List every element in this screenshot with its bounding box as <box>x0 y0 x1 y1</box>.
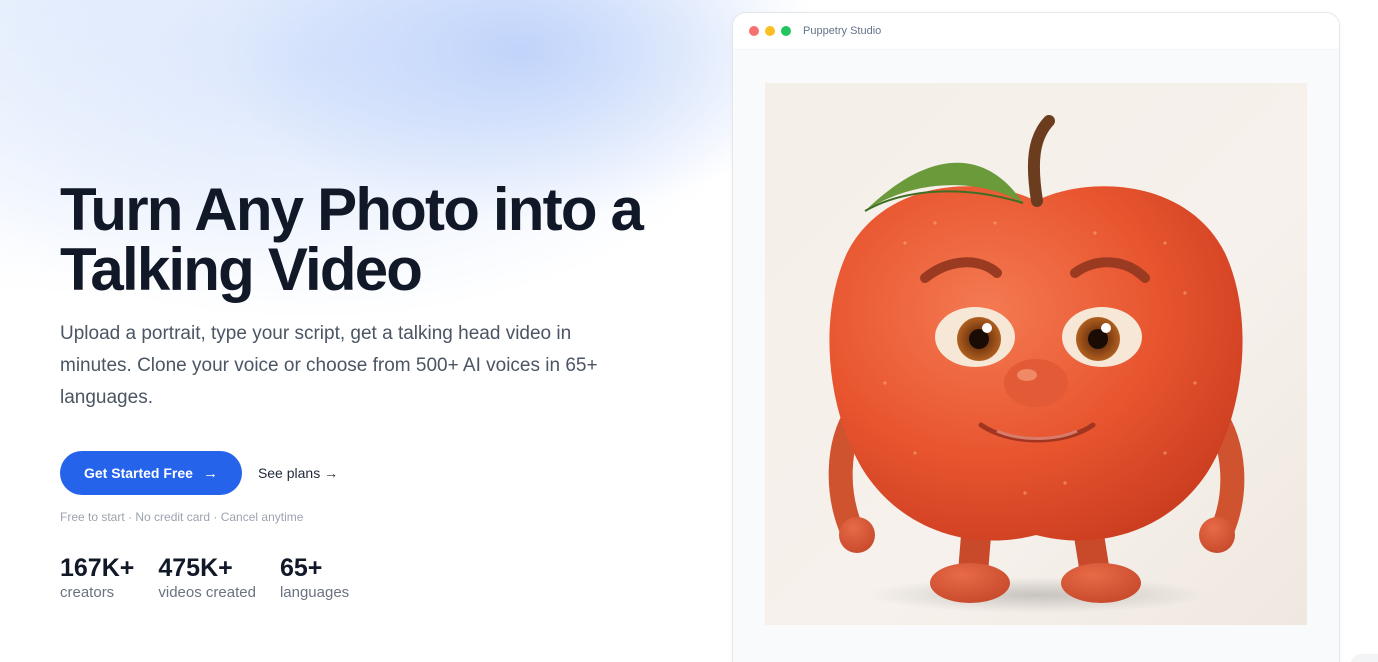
minimize-dot-icon <box>765 26 775 36</box>
see-plans-link[interactable]: See plans → <box>258 465 338 481</box>
hero-section: Turn Any Photo into a Talking Video Uplo… <box>60 180 700 601</box>
apple-character-image <box>765 83 1307 625</box>
hero-title-line1: Turn Any Photo into a <box>60 176 644 243</box>
stat-label: videos created <box>158 584 256 601</box>
stat-label: creators <box>60 584 115 601</box>
get-started-button[interactable]: Get Started Free → <box>60 451 242 495</box>
hero-title: Turn Any Photo into a Talking Video <box>60 180 700 300</box>
window-titlebar: Puppetry Studio <box>733 13 1339 50</box>
hero-title-line2: Talking Video <box>60 236 423 303</box>
landing-page: Turn Any Photo into a Talking Video Uplo… <box>0 0 1378 662</box>
stats-row: 167K+ creators 475K+ videos created 65+ … <box>60 554 700 601</box>
maximize-dot-icon <box>781 26 791 36</box>
get-started-label: Get Started Free <box>84 465 193 481</box>
stat-value: 167K+ <box>60 554 135 582</box>
close-dot-icon <box>749 26 759 36</box>
hero-subtitle: Upload a portrait, type your script, get… <box>60 323 598 408</box>
arrow-right-icon: → <box>202 464 218 482</box>
apple-character-illustration <box>828 115 1245 613</box>
studio-preview-window: Puppetry Studio <box>732 12 1340 662</box>
stat-languages: 65+ languages <box>280 554 349 601</box>
stat-videos: 475K+ videos created <box>158 554 256 601</box>
cta-row: Get Started Free → See plans → <box>60 451 700 495</box>
stat-creators: 167K+ creators <box>60 554 134 601</box>
floating-widget-edge[interactable] <box>1350 654 1378 662</box>
window-title: Puppetry Studio <box>803 25 882 37</box>
stat-value: 475K+ <box>158 554 233 582</box>
stat-label: languages <box>279 584 350 601</box>
cta-fineprint: Free to start · No credit card · Cancel … <box>60 510 304 524</box>
stat-value: 65+ <box>279 554 323 582</box>
